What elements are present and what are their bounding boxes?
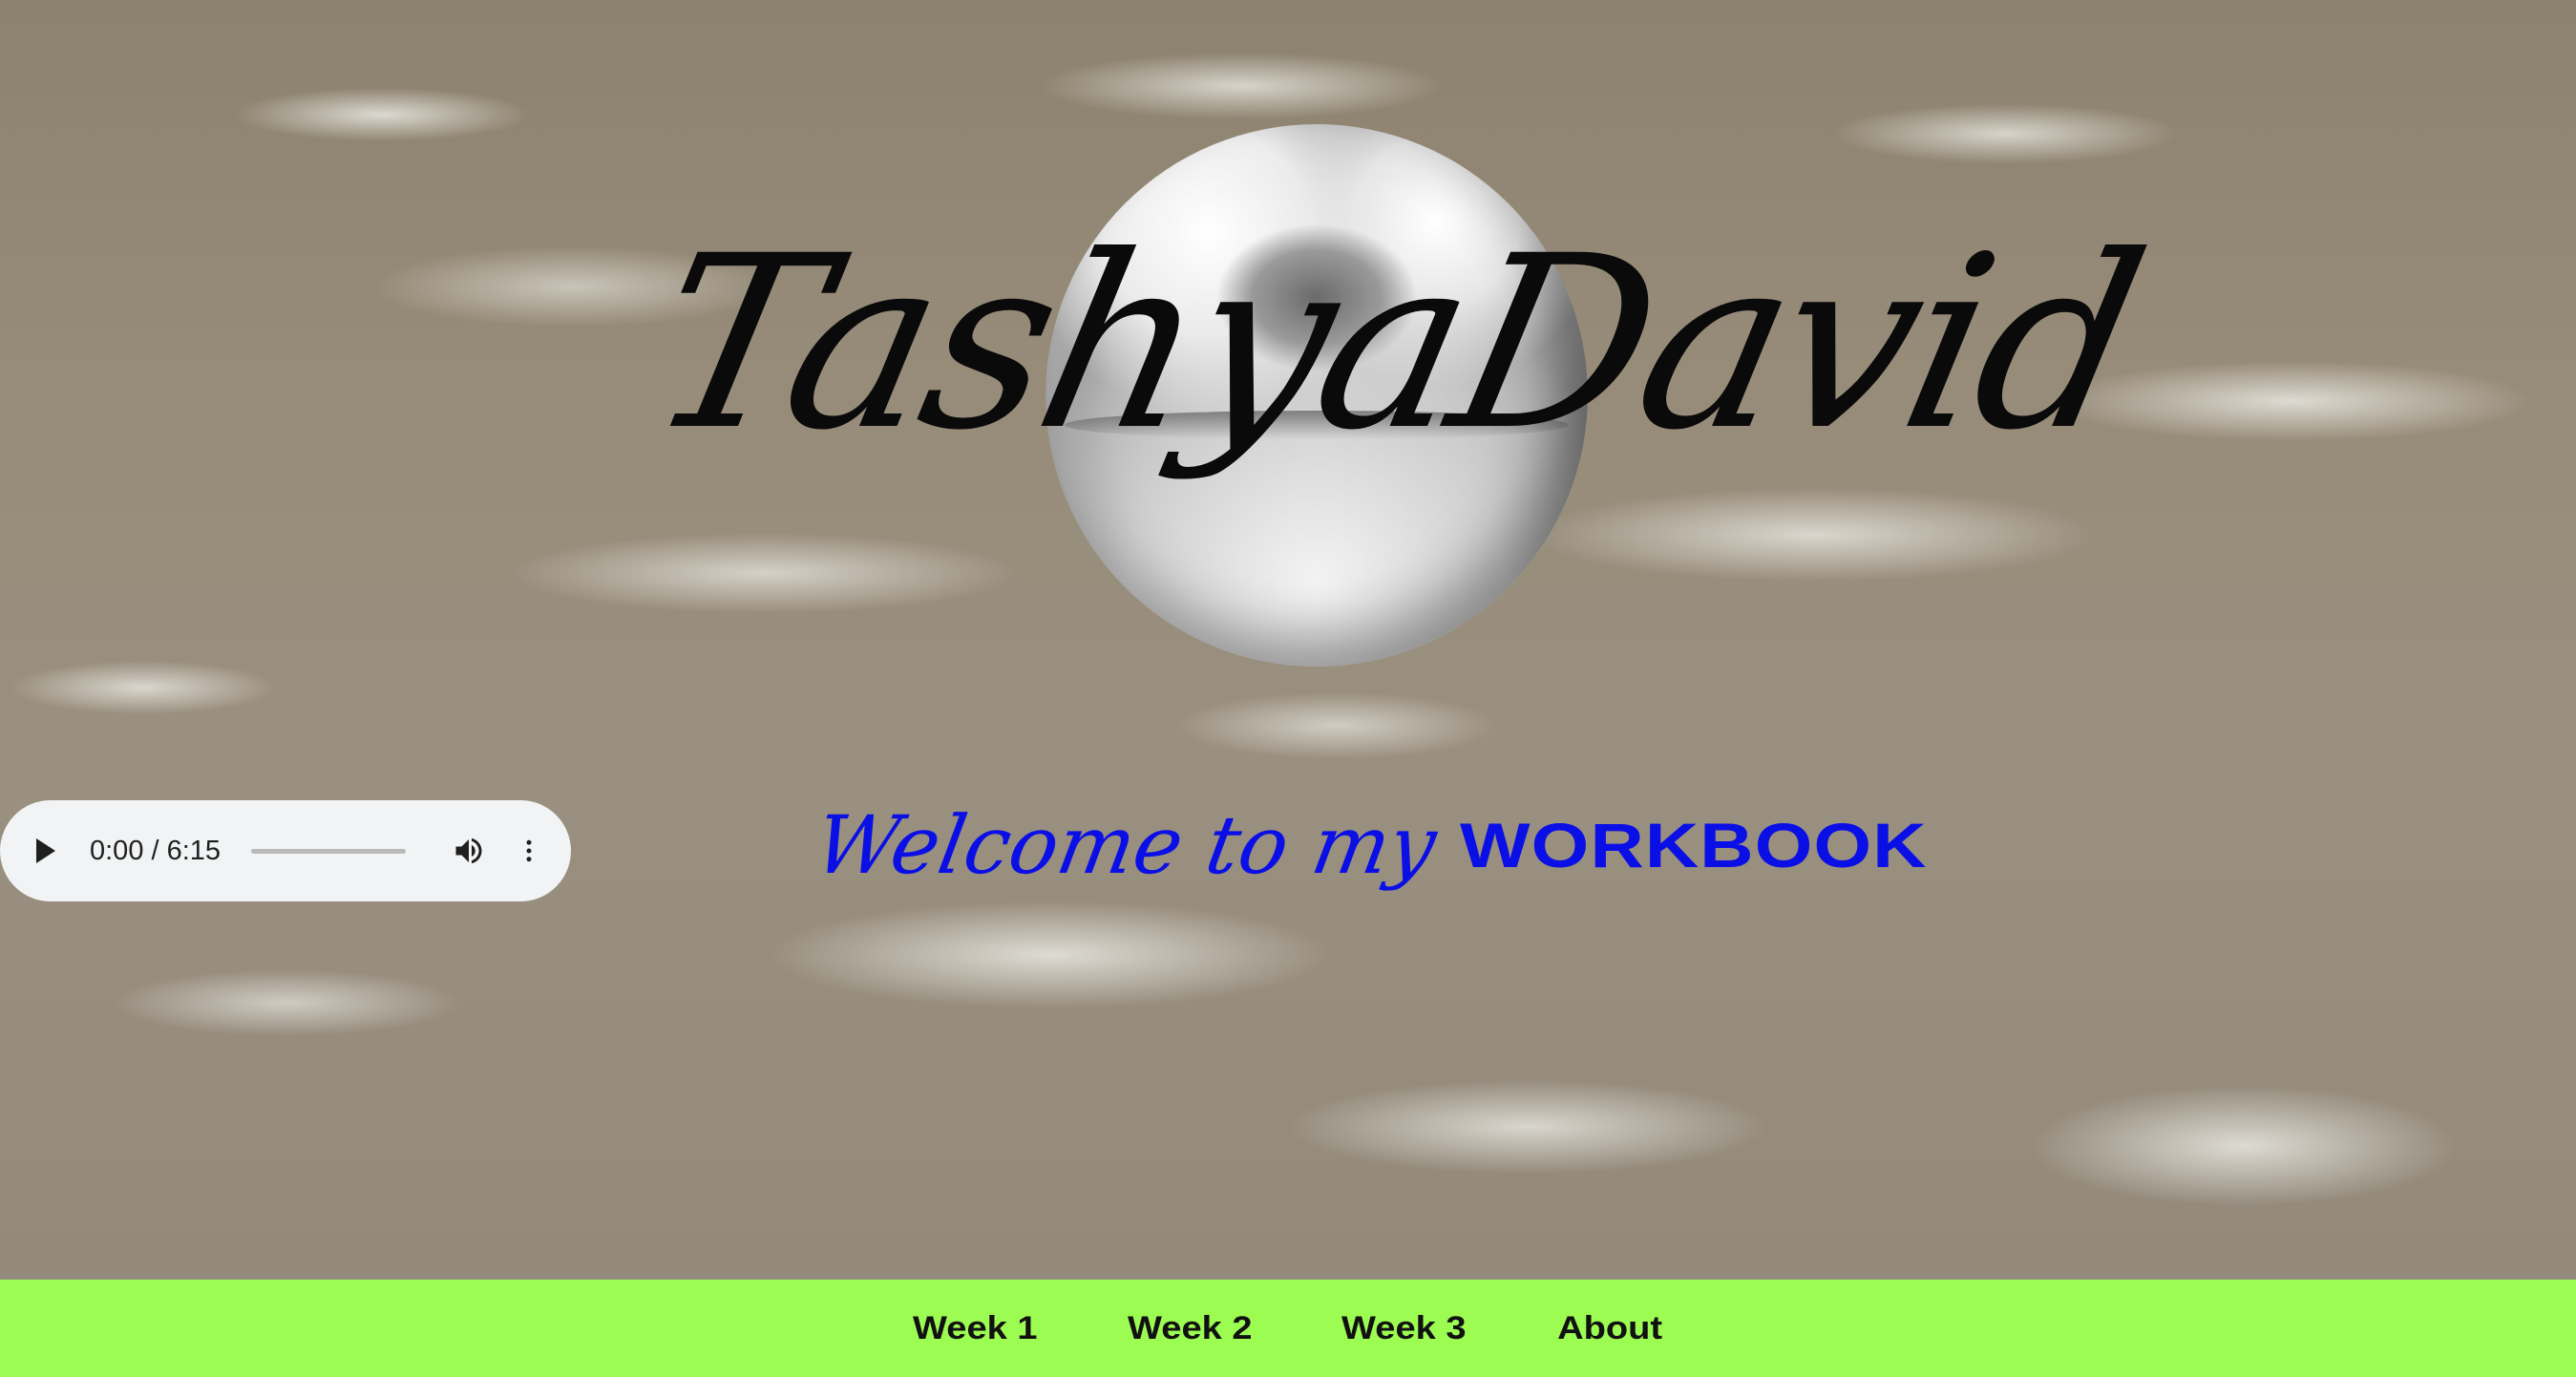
welcome-bold-text: WORKBOOK: [1459, 810, 1928, 880]
nav-item-week-1[interactable]: Week 1: [913, 1310, 1038, 1347]
page: TashyaDavid Welcome to my WORKBOOK 0:00 …: [0, 0, 2576, 1377]
more-options-icon[interactable]: [515, 834, 543, 868]
audio-progress-slider[interactable]: [251, 848, 407, 854]
bottom-nav: Week 1 Week 2 Week 3 About: [0, 1280, 2576, 1377]
nav-item-week-3[interactable]: Week 3: [1341, 1310, 1467, 1347]
welcome-script-text: Welcome to my: [808, 798, 1444, 892]
nav-item-week-2[interactable]: Week 2: [1128, 1310, 1253, 1347]
site-title: TashyaDavid: [629, 204, 2160, 482]
welcome-heading: Welcome to my WORKBOOK: [808, 793, 1926, 898]
volume-icon[interactable]: [452, 834, 486, 868]
audio-player[interactable]: 0:00 / 6:15: [0, 800, 571, 901]
nav-item-about[interactable]: About: [1557, 1310, 1662, 1347]
audio-time-display: 0:00 / 6:15: [90, 835, 222, 866]
play-icon[interactable]: [36, 838, 55, 863]
